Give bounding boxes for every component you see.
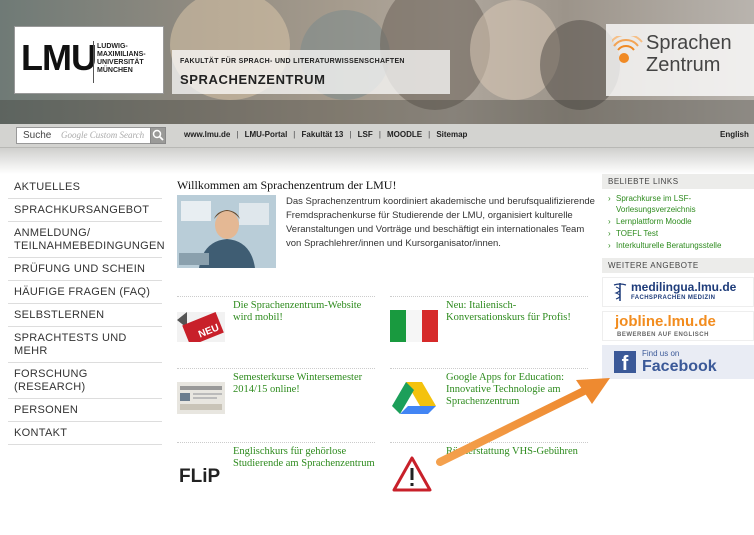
facebook-icon: f <box>614 351 636 375</box>
welcome-photo <box>177 195 276 268</box>
news-item[interactable]: Google Apps for Education: Innovative Te… <box>390 372 590 428</box>
popular-links-heading: Beliebte Links <box>602 174 754 189</box>
sidebar-item-faq[interactable]: Häufige Fragen (FAQ) <box>8 281 162 304</box>
jobline-banner[interactable]: jobline.lmu.de BEWERBEN AUF ENGLISCH <box>602 311 754 341</box>
nav-link-lsf[interactable]: LSF <box>352 130 379 139</box>
sidebar-item-personen[interactable]: Personen <box>8 399 162 422</box>
facebook-small-text: Find us on <box>642 349 680 358</box>
warning-icon <box>390 452 438 492</box>
medilingua-title: medilingua.lmu.de <box>631 280 737 294</box>
search-label: Suche <box>23 130 52 141</box>
news-item[interactable]: Rückerstattung VHS-Gebühren <box>390 446 590 502</box>
news-item[interactable]: NEU Die Sprachenzentrum-Website wird mob… <box>177 300 377 356</box>
sidebar-item-sprachkursangebot[interactable]: Sprachkursangebot <box>8 199 162 222</box>
lmu-logo[interactable]: LMU LUDWIG-MAXIMILIANS-UNIVERSITÄT MÜNCH… <box>14 26 164 94</box>
medilingua-banner[interactable]: medilingua.lmu.de FACHSPRACHEN MEDIZIN <box>602 277 754 307</box>
language-switch-english[interactable]: English <box>720 130 749 139</box>
search-button[interactable] <box>150 127 166 144</box>
medilingua-subtitle: FACHSPRACHEN MEDIZIN <box>631 295 716 301</box>
nav-link-lmu-portal[interactable]: LMU-Portal <box>239 130 294 139</box>
news-item[interactable]: Neu: Italienisch-Konversationskurs für P… <box>390 300 590 356</box>
search-input[interactable]: Suche Google Custom Search <box>16 127 166 144</box>
news-title[interactable]: Semesterkurse Wintersemester 2014/15 onl… <box>233 372 381 396</box>
news-item[interactable]: FLiP Englischkurs für gehörlose Studiere… <box>177 446 377 502</box>
popular-link-lsf[interactable]: Sprachkurse im LSF-Vorlesungsverzeichnis <box>608 193 748 215</box>
header-banner: LMU LUDWIG-MAXIMILIANS-UNIVERSITÄT MÜNCH… <box>0 0 754 124</box>
popular-link-toefl[interactable]: TOEFL Test <box>608 228 748 239</box>
svg-text:FLiP: FLiP <box>179 466 220 487</box>
sidebar-item-aktuelles[interactable]: Aktuelles <box>8 176 162 199</box>
intro-text: Das Sprachenzentrum koordiniert akademis… <box>286 196 595 249</box>
caduceus-icon <box>613 283 627 301</box>
sidebar-item-selbstlernen[interactable]: Selbstlernen <box>8 304 162 327</box>
faculty-name: FAKULTÄT FÜR SPRACH- UND LITERATURWISSEN… <box>180 58 405 65</box>
facebook-banner[interactable]: f Find us on Facebook <box>602 345 754 379</box>
news-title[interactable]: Google Apps for Education: Innovative Te… <box>446 372 594 408</box>
lmu-university-name: LUDWIG-MAXIMILIANS-UNIVERSITÄT MÜNCHEN <box>97 43 146 74</box>
nav-link-lmu[interactable]: www.lmu.de <box>178 130 236 139</box>
sz-logo-line2: Zentrum <box>646 54 721 76</box>
more-offers-heading: Weitere Angebote <box>602 258 754 273</box>
lmu-logo-text: LMU <box>21 37 97 78</box>
news-title[interactable]: Die Sprachenzentrum-Website wird mobil! <box>233 300 381 324</box>
news-title[interactable]: Englischkurs für gehörlose Studierende a… <box>233 446 381 470</box>
course-list-thumbnail <box>177 378 225 414</box>
right-column: Beliebte Links Sprachkurse im LSF-Vorles… <box>602 174 754 379</box>
page-title: Willkommen am Sprachenzentrum der LMU! <box>177 178 397 192</box>
nav-link-moodle[interactable]: MOODLE <box>381 130 428 139</box>
flip-logo: FLiP <box>177 452 225 488</box>
nav-link-sitemap[interactable]: Sitemap <box>430 130 473 139</box>
sidebar-item-anmeldung[interactable]: Anmeldung/ Teilnahmebedingungen <box>8 222 165 258</box>
nav-link-fakultaet[interactable]: Fakultät 13 <box>296 130 350 139</box>
sidebar: Aktuelles Sprachkursangebot Anmeldung/ T… <box>8 176 165 445</box>
search-icon <box>152 129 164 141</box>
navbar-links: www.lmu.de | LMU-Portal | Fakultät 13 | LSF… <box>178 130 473 139</box>
sidebar-item-kontakt[interactable]: Kontakt <box>8 422 162 445</box>
facebook-big-text: Facebook <box>642 358 717 375</box>
news-item[interactable]: Semesterkurse Wintersemester 2014/15 onl… <box>177 372 377 428</box>
popular-link-moodle[interactable]: Lernplattform Moodle <box>608 216 748 227</box>
faculty-box: FAKULTÄT FÜR SPRACH- UND LITERATURWISSEN… <box>172 50 450 94</box>
sprachenzentrum-waves-icon <box>612 36 643 63</box>
jobline-subtitle: BEWERBEN AUF ENGLISCH <box>617 332 709 338</box>
popular-links: Sprachkurse im LSF-Vorlesungsverzeichnis… <box>602 189 754 258</box>
neu-badge-icon: NEU <box>177 306 225 346</box>
top-navbar: Suche Google Custom Search www.lmu.de | L… <box>0 124 754 148</box>
popular-link-beratung[interactable]: Interkulturelle Beratungsstelle <box>608 240 748 251</box>
sidebar-item-sprachtests[interactable]: Sprachtests und mehr <box>8 327 162 363</box>
google-drive-icon <box>390 378 438 414</box>
sprachenzentrum-logo[interactable]: Sprachen Zentrum <box>606 24 754 96</box>
news-title[interactable]: Rückerstattung VHS-Gebühren <box>446 446 594 458</box>
jobline-title: jobline.lmu.de <box>615 313 716 330</box>
italian-flag-icon <box>390 306 438 342</box>
institute-name: SPRACHENZENTRUM <box>180 72 326 87</box>
sidebar-item-pruefung[interactable]: Prüfung und Schein <box>8 258 162 281</box>
sz-logo-line1: Sprachen <box>646 32 732 54</box>
sidebar-item-forschung[interactable]: Forschung (Research) <box>8 363 162 399</box>
search-placeholder: Google Custom Search <box>61 130 145 140</box>
news-title[interactable]: Neu: Italienisch-Konversationskurs für P… <box>446 300 594 324</box>
navbar-shadow <box>0 148 754 174</box>
